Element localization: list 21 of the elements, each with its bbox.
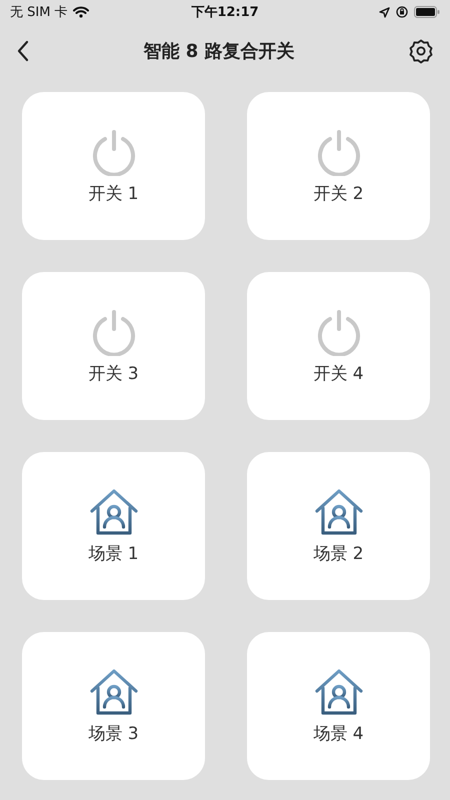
- back-icon: [16, 40, 30, 62]
- wifi-icon: [72, 6, 89, 18]
- house-person-icon: [314, 668, 364, 716]
- switch-tile[interactable]: 开关 4: [247, 272, 430, 420]
- location-icon: [379, 6, 390, 18]
- scene-tile[interactable]: 场景 4: [247, 632, 430, 780]
- scene-tile[interactable]: 场景 1: [22, 452, 205, 600]
- switch-tile[interactable]: 开关 2: [247, 92, 430, 240]
- house-person-icon: [88, 668, 138, 716]
- switch-tile[interactable]: 开关 3: [22, 272, 205, 420]
- scene-tile[interactable]: 场景 3: [22, 632, 205, 780]
- scene-tile[interactable]: 场景 2: [247, 452, 430, 600]
- house-person-icon: [314, 488, 364, 536]
- settings-icon: [408, 38, 434, 64]
- status-time: 下午12:17: [191, 4, 259, 21]
- house-person-icon: [88, 488, 138, 536]
- lock-rotation-icon: [396, 6, 408, 18]
- battery-icon: [414, 6, 440, 18]
- switch-tile[interactable]: 开关 1: [22, 92, 205, 240]
- page-title: 智能 8 路复合开关: [142, 40, 296, 63]
- carrier-text: 无 SIM 卡: [10, 4, 68, 21]
